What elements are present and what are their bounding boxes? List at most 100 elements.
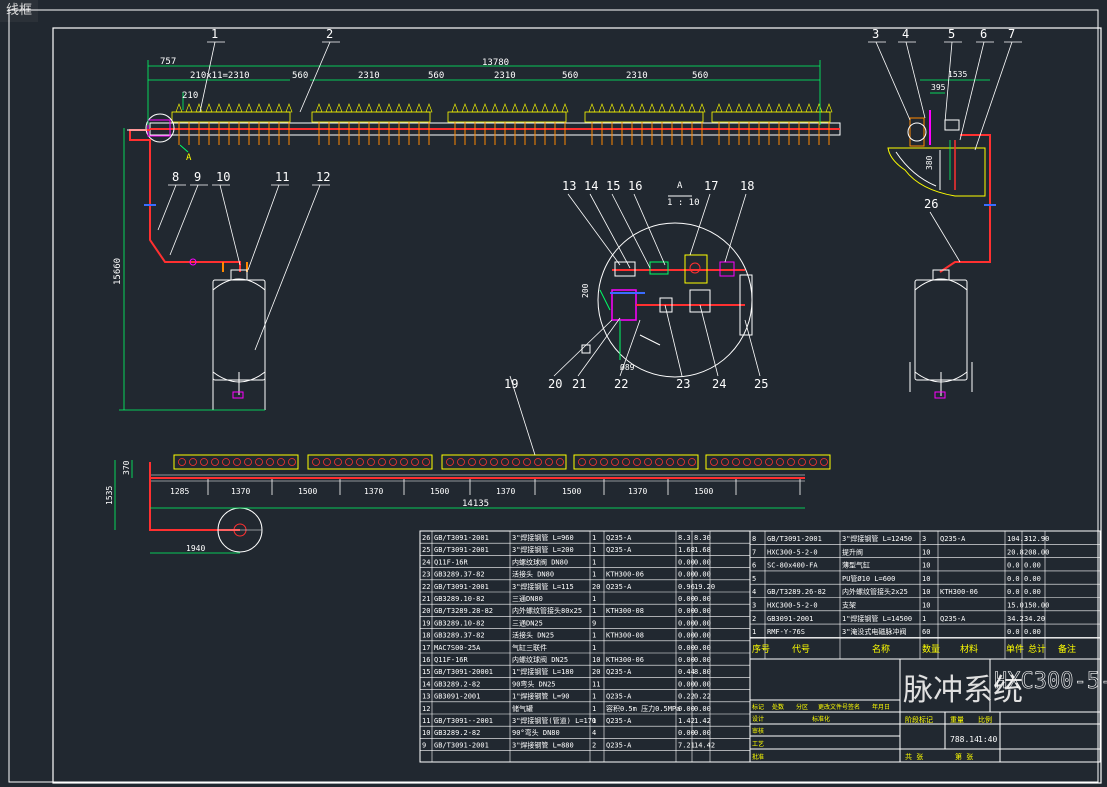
bom-cell: GB3289.2-82 (434, 729, 480, 737)
bom-cell: 三通DN80 (512, 594, 543, 603)
callout-leader (699, 304, 719, 377)
bom-cell: Q235-A (940, 615, 966, 623)
plan-valve (200, 458, 208, 466)
pulse-valve (735, 103, 743, 113)
bom-cell: 0.00 (678, 607, 695, 615)
plan-valve (367, 458, 375, 466)
bom-cell: 三通DN25 (512, 618, 543, 627)
callout-number: 25 (754, 377, 768, 391)
bom-cell: 0.96 (678, 583, 695, 591)
sign-label: 工艺 (752, 740, 764, 748)
plan-valve (468, 458, 476, 466)
bom-cell: GB/T3091-2001 (767, 535, 822, 543)
plan-valve (600, 458, 608, 466)
bom-cell: 15.0 (1007, 602, 1024, 610)
bom-cell: 1 (592, 644, 596, 652)
plan-valve (776, 458, 784, 466)
bom-cell: 8 (752, 535, 756, 543)
bom-cell: 0.00 (694, 729, 711, 737)
callout-number: 18 (740, 179, 754, 193)
valve-bank (584, 111, 704, 123)
bom-header-label: 序号 (752, 643, 770, 655)
bom-cell: HXC300-5-2-0 (767, 548, 818, 556)
bom-cell: 150.00 (1024, 602, 1049, 610)
bom-cell: KTH300-08 (606, 607, 644, 615)
callout-number: 9 (194, 170, 201, 184)
callout-leader (567, 193, 621, 266)
bom-cell: Q235-A (940, 535, 966, 543)
pulse-valve (618, 103, 626, 113)
pulse-valve (698, 103, 706, 113)
dim-gap-2: 560 (428, 71, 444, 81)
bom-cell: 16 (422, 656, 430, 664)
bom-cell: 0.00 (678, 619, 695, 627)
callout-number: 16 (628, 179, 642, 193)
bom-cell: 0.0 (1007, 628, 1020, 636)
plan-valve (389, 458, 397, 466)
bottom-spacing-label: 1500 (562, 487, 581, 496)
bom-cell: 12 (422, 705, 430, 713)
pulse-valve (658, 103, 666, 113)
dim-top-total: 13780 (482, 58, 509, 68)
plan-valve (222, 458, 230, 466)
plan-valve (501, 458, 509, 466)
bom-cell: GB/T3091-20001 (434, 668, 493, 676)
pulse-valve (335, 103, 343, 113)
plan-valve (743, 458, 751, 466)
pulse-valve (365, 103, 373, 113)
cad-drawing[interactable]: 13780 757 210x11=2310 210 560 2310 560 2… (0, 0, 1107, 787)
plan-valve (378, 458, 386, 466)
bom-cell: 7.21 (678, 741, 695, 749)
dim-seg-a: 210x11=2310 (190, 71, 250, 81)
bom-cell: Q235-A (606, 741, 632, 749)
callout-leader (611, 193, 651, 269)
weight-value: 788.14 (950, 735, 979, 744)
sign-label: 设计 (752, 715, 764, 723)
plan-valve (345, 458, 353, 466)
plan-valve (512, 458, 520, 466)
valve-bank (711, 111, 831, 123)
bottom-spacing-label: 1500 (298, 487, 317, 496)
bom-cell: Q235-A (606, 693, 632, 701)
marker-a: A (186, 153, 192, 163)
callout-number: 14 (584, 179, 598, 193)
bom-cell: GB/T3289.28-82 (434, 607, 493, 615)
callout-leader (247, 184, 280, 271)
callout-number: 4 (902, 27, 909, 41)
bom-header-label: 名称 (872, 643, 890, 655)
pulse-valve (385, 103, 393, 113)
bom-cell: 13 (422, 693, 430, 701)
bom-cell: 气缸三联件 (512, 643, 547, 652)
pulse-valve (395, 103, 403, 113)
detail-a-scale: 1 : 10 (667, 198, 700, 208)
bom-cell: GB/T3091--2001 (434, 717, 493, 725)
bom-cell: 容积0.5m 压力0.5MPa (606, 704, 680, 713)
sign-label: 处数 (772, 703, 784, 711)
pulse-valve (215, 103, 223, 113)
pulse-valve (805, 103, 813, 113)
callout-number: 20 (548, 377, 562, 391)
bom-cell: 提升阀 (842, 547, 863, 556)
callout-number: 23 (676, 377, 690, 391)
bom-cell: Q235-A (606, 546, 632, 554)
plan-valve (189, 458, 197, 466)
bom-cell: 0.00 (694, 632, 711, 640)
callout-leader (157, 184, 177, 231)
bom-cell: 21 (422, 595, 430, 603)
bom-cell: 0.00 (1024, 628, 1041, 636)
detail-a-label: A (677, 181, 683, 191)
pulse-valve (255, 103, 263, 113)
bom-cell: 0.00 (694, 644, 711, 652)
plan-valve (255, 458, 263, 466)
bom-cell: Q235-A (606, 583, 632, 591)
bom-cell: 1 (592, 693, 596, 701)
bom-cell: KTH300-06 (606, 571, 644, 579)
dim-bottom-left-h: 1535 (105, 486, 114, 505)
sign-label: 分区 (796, 703, 808, 711)
bom-cell: 活接头 DN80 (512, 570, 554, 579)
bom-cell: 19.20 (694, 583, 715, 591)
bom-cell: 1 (592, 705, 596, 713)
pulse-valve (755, 103, 763, 113)
plan-valve (721, 458, 729, 466)
plan-valve (754, 458, 762, 466)
